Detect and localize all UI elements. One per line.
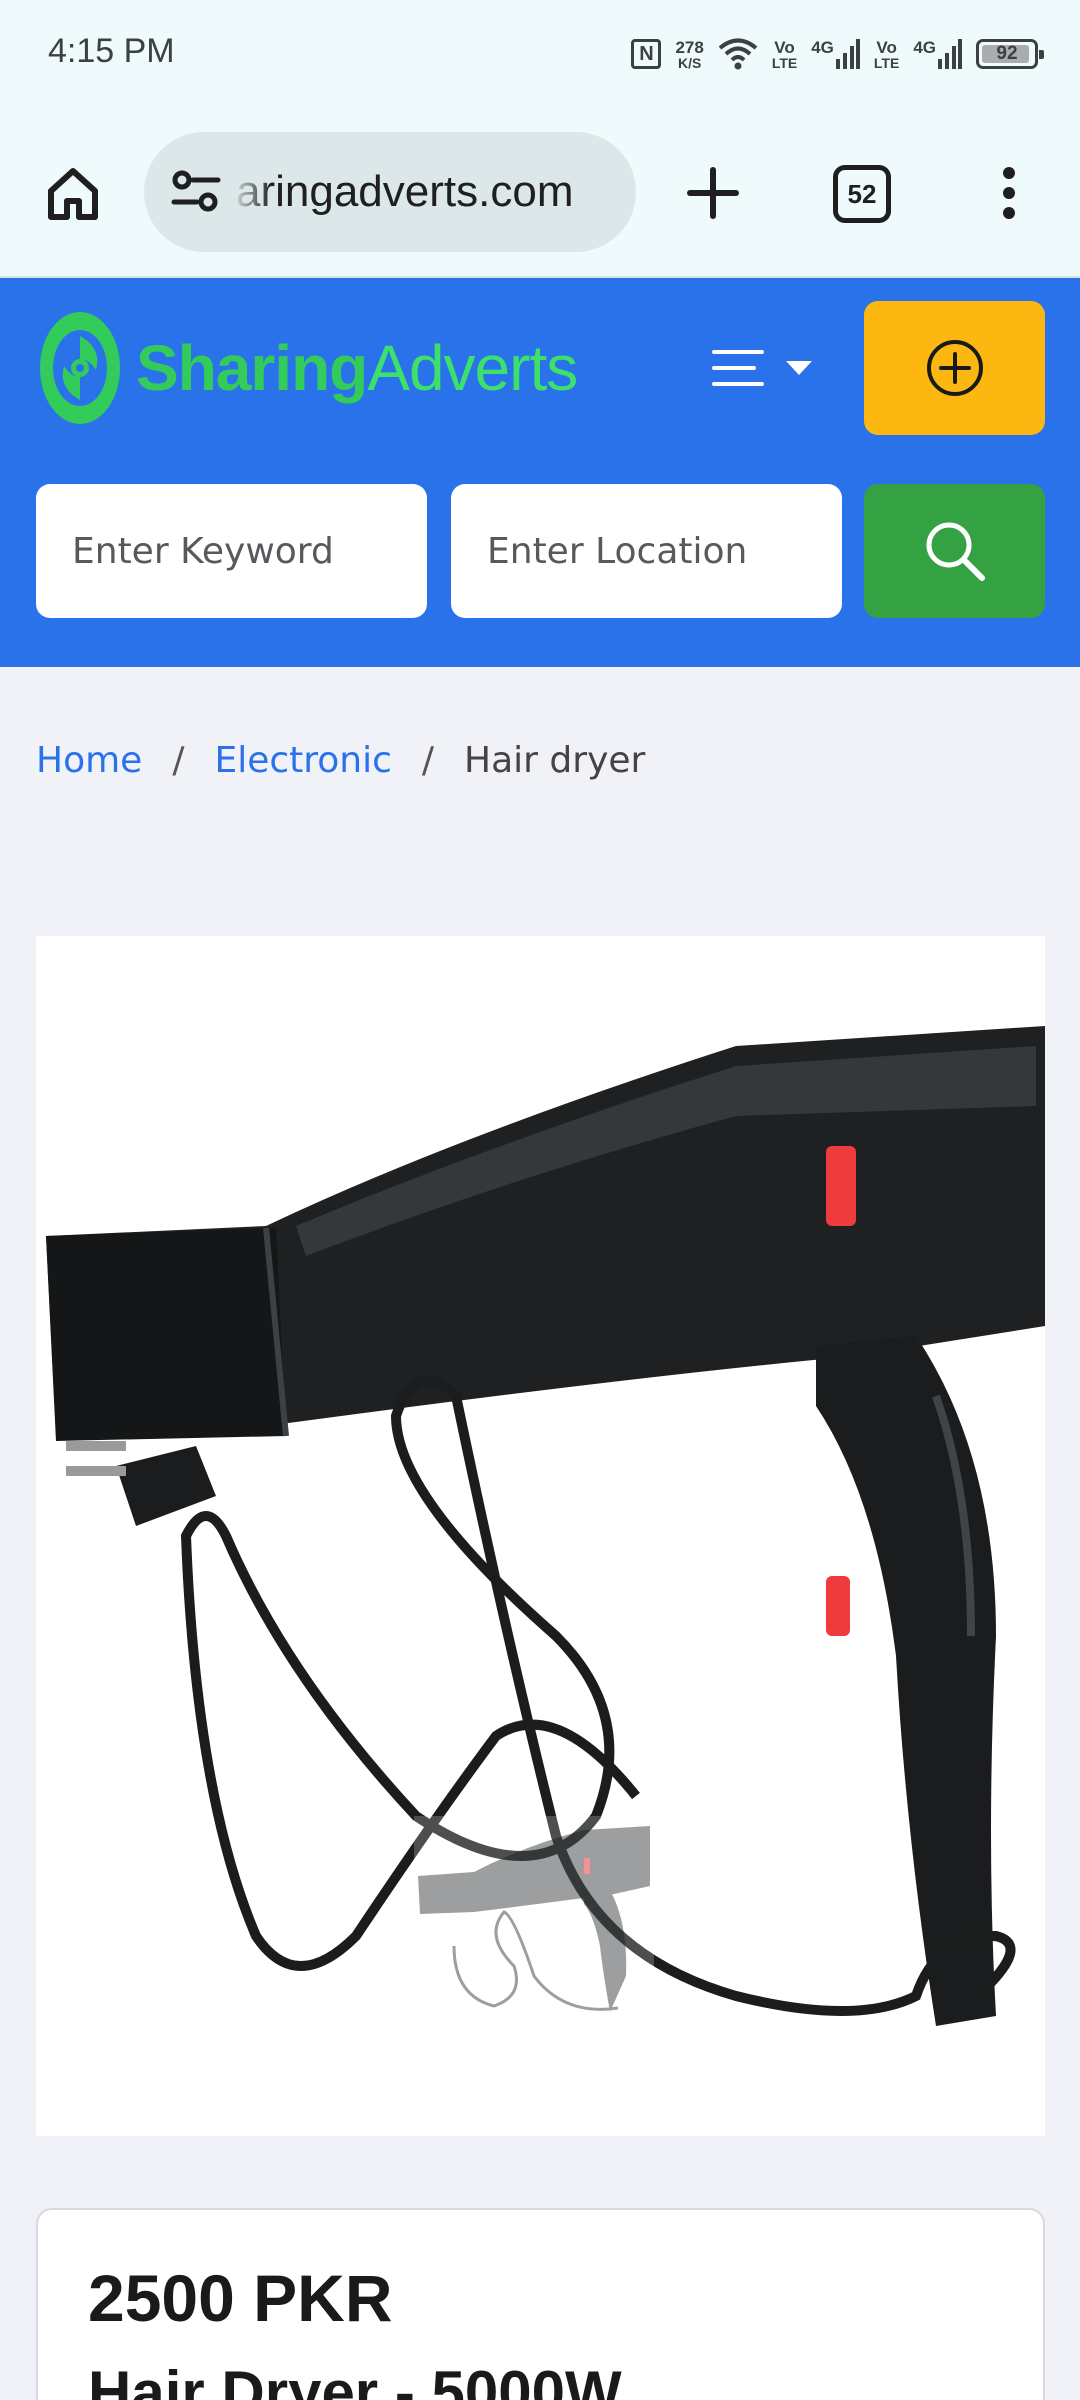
sim1-network-type: 4G xyxy=(811,38,834,57)
menu-lines-icon xyxy=(712,350,764,386)
browser-toolbar: aringadverts.com 52 xyxy=(0,110,1080,278)
battery-level: 92 xyxy=(996,43,1018,64)
add-circle-icon xyxy=(926,340,983,396)
url-fade xyxy=(232,132,272,252)
search-button[interactable] xyxy=(864,484,1045,618)
network-speed: 278 K/S xyxy=(675,39,703,70)
status-bar: 4:15 PM N 278 K/S Vo LTE 4G Vo LTE 4G 92 xyxy=(0,0,1080,110)
sim1-volte: Vo LTE xyxy=(772,39,797,70)
sim1-volte-top: Vo xyxy=(774,37,795,57)
keyword-input[interactable] xyxy=(36,484,427,618)
breadcrumb-separator: / xyxy=(172,740,185,781)
battery-icon: 92 xyxy=(976,39,1044,69)
status-time: 4:15 PM xyxy=(48,32,175,70)
nfc-icon: N xyxy=(631,39,662,69)
location-input[interactable] xyxy=(451,484,842,618)
browser-menu-button[interactable] xyxy=(976,160,1042,226)
listing-price: 2500 PKR xyxy=(88,2261,393,2335)
category-menu-toggle[interactable] xyxy=(712,338,822,398)
logo-text-part1: Sharing xyxy=(136,332,368,404)
image-thumbnail[interactable] xyxy=(414,1816,654,2026)
network-speed-unit: K/S xyxy=(677,54,702,71)
listing-details-card: 2500 PKR Hair Dryer - 5000W xyxy=(36,2208,1045,2400)
post-ad-button[interactable] xyxy=(864,301,1045,435)
tab-switcher-button[interactable]: 52 xyxy=(833,165,891,223)
sim1-volte-bottom: LTE xyxy=(771,54,798,71)
breadcrumb-current: Hair dryer xyxy=(464,740,646,781)
breadcrumb-category[interactable]: Electronic xyxy=(214,740,391,781)
breadcrumb-home[interactable]: Home xyxy=(36,740,142,781)
breadcrumb-separator: / xyxy=(421,740,435,781)
sim1-signal-icon: 4G xyxy=(811,39,860,69)
plus-icon xyxy=(687,167,739,219)
logo-mark-icon xyxy=(40,312,120,424)
caret-down-icon xyxy=(786,361,812,375)
network-speed-value: 278 xyxy=(675,37,704,57)
sim2-volte-top: Vo xyxy=(876,37,897,57)
site-settings-icon[interactable] xyxy=(166,162,226,222)
logo-text: SharingAdverts xyxy=(136,331,578,405)
sim2-volte-bottom: LTE xyxy=(873,54,900,71)
sim2-network-type: 4G xyxy=(913,38,936,57)
logo-text-part2: Adverts xyxy=(367,332,578,404)
status-icons: N 278 K/S Vo LTE 4G Vo LTE 4G 92 xyxy=(631,30,1044,78)
product-image[interactable] xyxy=(36,936,1045,2136)
site-logo[interactable]: SharingAdverts xyxy=(36,308,578,428)
listing-title: Hair Dryer - 5000W xyxy=(88,2359,622,2400)
wifi-icon xyxy=(718,38,758,70)
sim2-volte: Vo LTE xyxy=(874,39,899,70)
address-bar[interactable]: aringadverts.com xyxy=(144,132,636,252)
home-button[interactable] xyxy=(40,160,106,226)
breadcrumb: Home / Electronic / Hair dryer xyxy=(36,740,645,781)
sim2-signal-icon: 4G xyxy=(913,39,962,69)
url-text[interactable]: aringadverts.com xyxy=(236,132,573,252)
search-icon xyxy=(926,522,985,581)
more-vert-icon xyxy=(1003,167,1015,219)
new-tab-button[interactable] xyxy=(680,160,746,226)
home-icon xyxy=(48,168,98,220)
site-header: SharingAdverts xyxy=(0,278,1080,667)
